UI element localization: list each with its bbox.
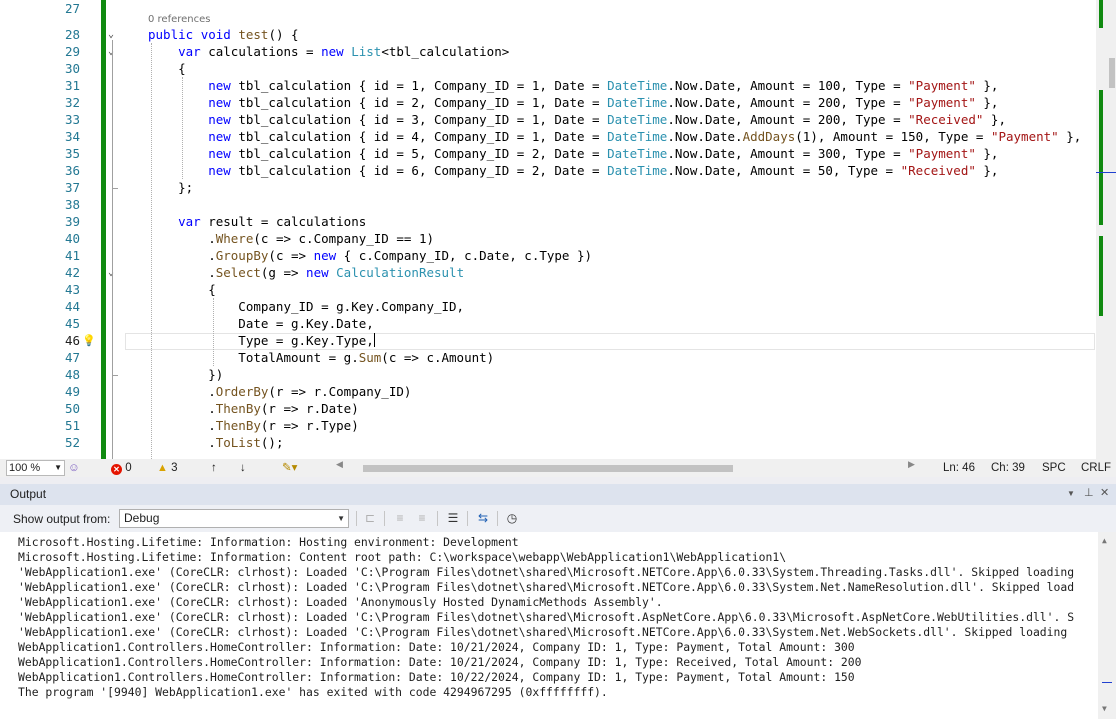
references-codelens[interactable]: 0 references [148,14,211,26]
code-line-40: .Where(c => c.Company_ID == 1) [148,231,434,246]
output-line: WebApplication1.Controllers.HomeControll… [18,670,855,684]
arrow-down-icon[interactable]: ↓ [240,459,246,477]
warning-count[interactable]: ▲ 3 [157,459,178,477]
previous-message-icon[interactable]: ≡ [391,510,409,527]
copilot-icon[interactable]: ☺ [68,459,80,477]
output-vertical-scrollbar[interactable]: ▲ ▼ [1098,532,1116,719]
warning-icon: ▲ [157,462,168,474]
output-line: 'WebApplication1.exe' (CoreCLR: clrhost)… [18,580,1075,594]
toolbar-separator [437,511,438,526]
output-source-select[interactable]: Debug ▼ [119,509,349,528]
whitespace-indicator[interactable]: SPC [1042,459,1066,477]
code-line-39: var result = calculations [178,214,367,229]
code-line-31: new tbl_calculation { id = 1, Company_ID… [208,78,999,93]
pin-icon[interactable]: ⊥ [1084,486,1094,499]
line-indicator[interactable]: Ln: 46 [943,459,975,477]
toolbar-separator [384,511,385,526]
error-count[interactable]: ✕ 0 [111,459,132,477]
code-line-30: { [148,61,186,76]
output-clear-icon[interactable]: ☰ [444,510,462,527]
code-line-44: Company_ID = g.Key.Company_ID, [148,299,465,314]
output-panel: Output ▼ ⊥ ✕ Show output from: Debug ▼ ⊏ … [0,484,1116,719]
toolbar-separator [497,511,498,526]
output-line: 'WebApplication1.exe' (CoreCLR: clrhost)… [18,625,1068,639]
window-menu-icon[interactable]: ▼ [1067,489,1075,498]
code-line-33: new tbl_calculation { id = 3, Company_ID… [208,112,1006,127]
column-indicator[interactable]: Ch: 39 [991,459,1025,477]
scroll-down-icon[interactable]: ▼ [1102,704,1107,713]
code-line-48: }) [148,367,224,382]
text-caret [373,333,375,347]
caret-position-marker [1096,172,1116,173]
toolbar-separator [467,511,468,526]
line-ending-indicator[interactable]: CRLF [1081,459,1111,477]
word-wrap-icon[interactable]: ⇆ [474,510,492,527]
indent-guide [213,298,214,366]
code-line-49: .OrderBy(r => r.Company_ID) [148,384,412,399]
editor-vertical-scrollbar[interactable] [1096,0,1116,459]
output-line: WebApplication1.Controllers.HomeControll… [18,655,862,669]
panel-splitter[interactable] [0,477,1116,484]
clock-icon[interactable]: ◷ [503,510,521,527]
output-line: 'WebApplication1.exe' (CoreCLR: clrhost)… [18,610,1075,624]
scroll-right-icon[interactable]: ▶ [908,459,915,470]
output-line: 'WebApplication1.exe' (CoreCLR: clrhost)… [18,595,663,609]
chevron-down-icon: ▼ [54,463,62,472]
toolbar-separator [356,511,357,526]
find-message-in-code-icon[interactable]: ⊏ [361,510,379,527]
code-line-29: var calculations = new List<tbl_calculat… [178,44,510,59]
code-line-50: .ThenBy(r => r.Date) [148,401,359,416]
code-line-52: .ToList(); [148,435,284,450]
next-message-icon[interactable]: ≡ [413,510,431,527]
code-line-32: new tbl_calculation { id = 2, Company_ID… [208,95,999,110]
output-title: Output [10,487,47,501]
editor-horizontal-scrollbar[interactable]: ◀ ▶ [330,459,920,474]
code-line-41: .GroupBy(c => new { c.Company_ID, c.Date… [148,248,593,263]
indent-guide [151,43,152,459]
scroll-up-icon[interactable]: ▲ [1102,536,1107,545]
scroll-position-marker [1102,682,1112,683]
output-text[interactable]: Microsoft.Hosting.Lifetime: Information:… [0,532,1098,719]
code-text[interactable]: 0 references public void test() { var ca… [0,0,1096,459]
output-line: 'WebApplication1.exe' (CoreCLR: clrhost)… [18,565,1075,579]
indent-guide [182,77,183,179]
editor-status-bar: 100 % ▼ ☺ ✕ 0 ▲ 3 ↑ ↓ ✎▾ ◀ ▶ Ln: 46 Ch: 3… [0,459,1116,477]
change-marker [1099,90,1103,225]
output-line: WebApplication1.Controllers.HomeControll… [18,640,855,654]
output-toolbar: Show output from: Debug ▼ ⊏ ≡ ≡ ☰ ⇆ ◷ [0,505,1116,532]
code-line-46: Type = g.Key.Type, [148,333,375,348]
chevron-down-icon: ▼ [337,514,345,523]
arrow-up-icon[interactable]: ↑ [211,459,217,477]
change-marker [1099,0,1103,28]
zoom-select[interactable]: 100 % ▼ [6,460,65,476]
code-line-45: Date = g.Key.Date, [148,316,374,331]
code-editor[interactable]: 27 28 29 30 31 32 33 34 35 36 37 38 39 40 41 42 43 44 45 46… [0,0,1116,459]
code-line-43: { [148,282,216,297]
output-line: The program '[9940] WebApplication1.exe'… [18,685,608,699]
code-line-35: new tbl_calculation { id = 5, Company_ID… [208,146,999,161]
output-title-bar: Output ▼ ⊥ ✕ [0,484,1116,505]
code-line-37: }; [148,180,194,195]
close-icon[interactable]: ✕ [1100,486,1109,499]
code-line-47: TotalAmount = g.Sum(c => c.Amount) [148,350,495,365]
code-line-34: new tbl_calculation { id = 4, Company_ID… [208,129,1082,144]
scroll-thumb[interactable] [1109,58,1115,88]
change-marker [1099,236,1103,316]
scroll-left-icon[interactable]: ◀ [336,459,343,470]
code-line-51: .ThenBy(r => r.Type) [148,418,359,433]
show-output-from-label: Show output from: [13,512,111,526]
code-line-42: .Select(g => new CalculationResult [148,265,465,280]
output-line: Microsoft.Hosting.Lifetime: Information:… [18,535,519,549]
brush-icon[interactable]: ✎▾ [282,459,297,477]
code-line-36: new tbl_calculation { id = 6, Company_ID… [208,163,999,178]
output-line: Microsoft.Hosting.Lifetime: Information:… [18,550,787,564]
scroll-thumb[interactable] [363,465,733,472]
error-icon: ✕ [111,464,122,475]
code-line-28: public void test() { [148,27,299,42]
